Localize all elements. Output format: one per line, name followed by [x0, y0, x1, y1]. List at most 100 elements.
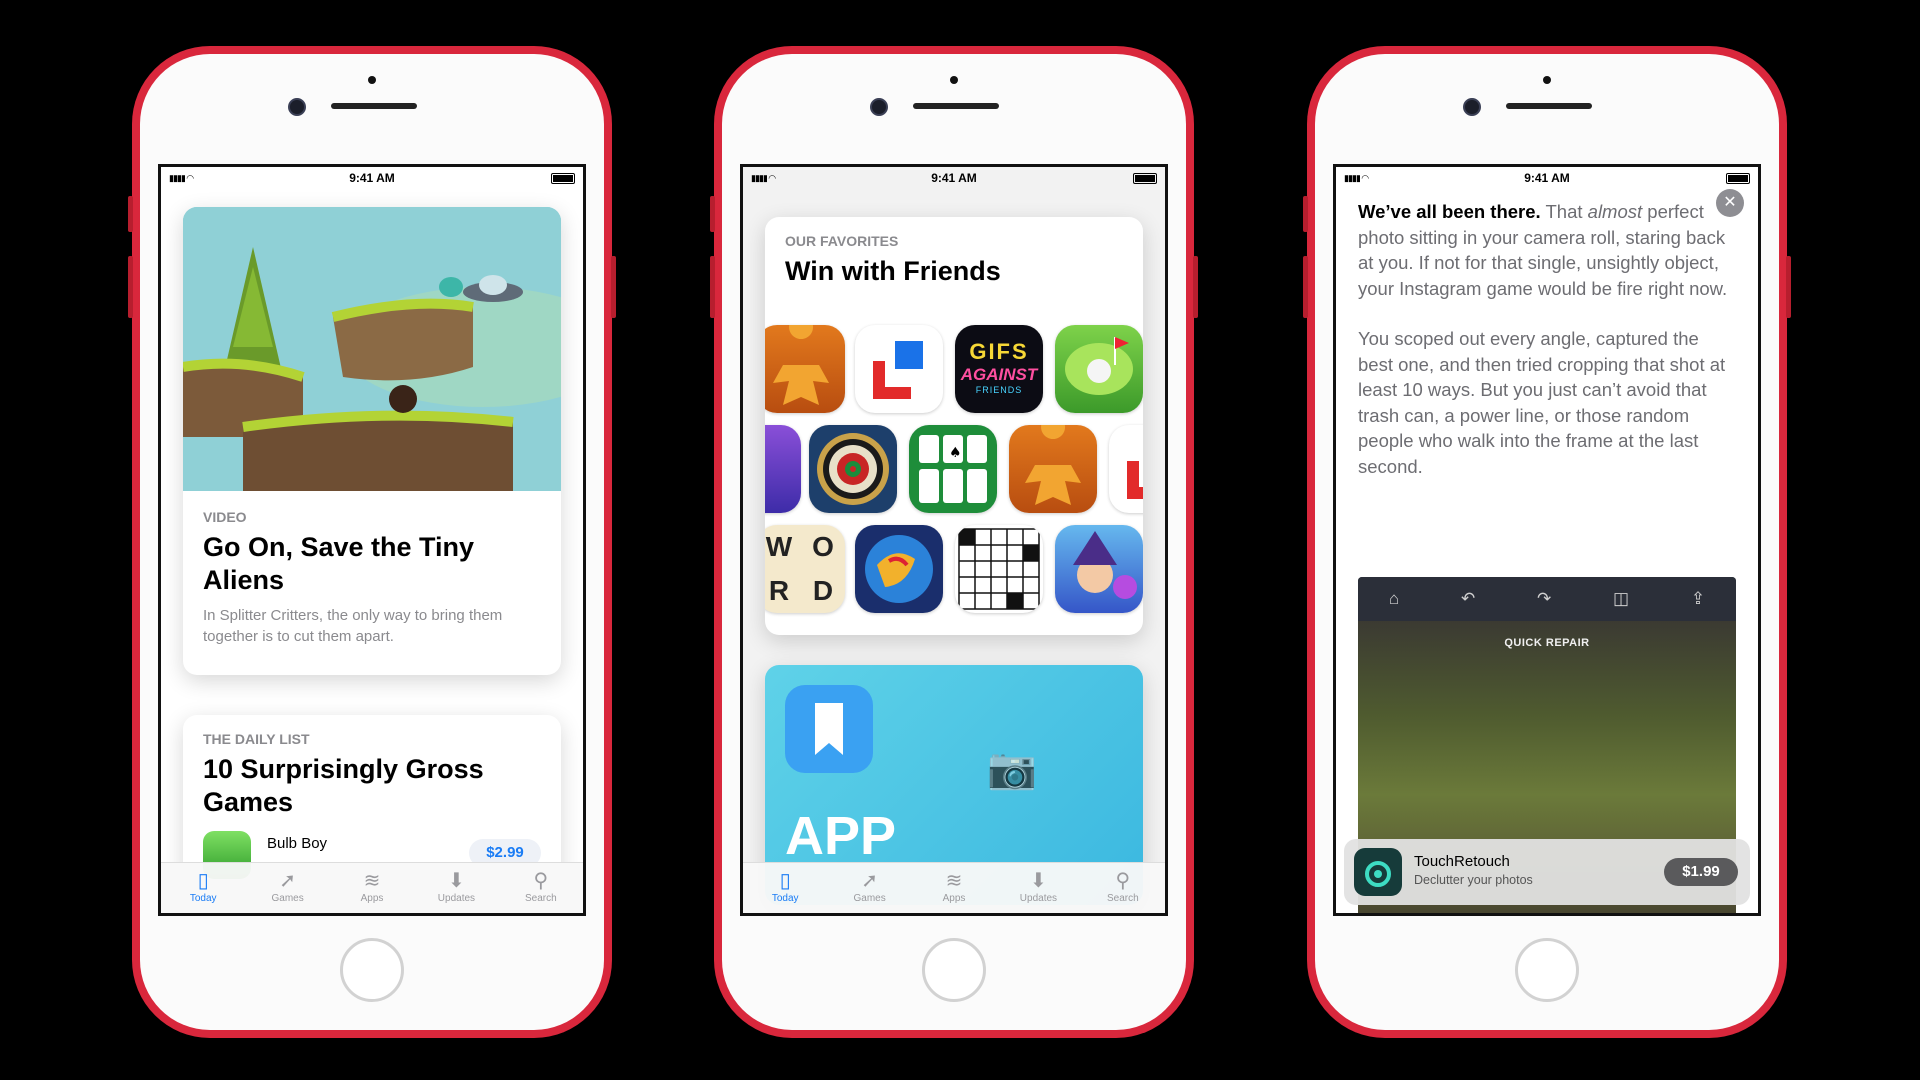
download-icon: ⬇ [448, 870, 465, 892]
card-title: Win with Friends [785, 256, 1001, 286]
tab-label: Search [524, 893, 557, 904]
bookmark-app-icon [785, 685, 873, 773]
power-button [1786, 256, 1791, 318]
article-emphasis: almost [1587, 201, 1643, 222]
svg-text:♠: ♠ [949, 445, 962, 461]
phone-1: ▮▮▮▮ ◠ 9:41 AM VIDEO Go On, Save the Tin… [128, 46, 616, 1038]
tile-letter: O [812, 531, 834, 562]
tab-label: Search [1106, 893, 1139, 904]
banner-app-name: TouchRetouch [1414, 853, 1510, 870]
article-paragraph-2: You scoped out every angle, captured the… [1358, 328, 1726, 477]
words-game-icon[interactable]: W O R D [765, 525, 845, 613]
article-text: That [1540, 201, 1588, 222]
tab-label: Updates [437, 893, 476, 904]
rocket-icon: ➚ [279, 870, 296, 892]
power-button [1193, 256, 1198, 318]
card-eyebrow: OUR FAVORITES [785, 233, 899, 249]
today-icon: ▯ [779, 870, 791, 892]
screen: ▮▮▮▮ ◠ 9:41 AM ✕ We’ve all been there. T… [1333, 164, 1761, 916]
status-bar: ▮▮▮▮ ◠ 9:41 AM [1336, 167, 1758, 189]
tab-label: Games [853, 893, 886, 904]
status-time: 9:41 AM [1524, 171, 1570, 185]
battery-icon [1133, 173, 1157, 184]
tab-games[interactable]: ➚ Games [245, 863, 329, 913]
camera-icon: 📷 [987, 747, 1037, 791]
tab-bar: ▯ Today ➚ Games ≋ Apps ⬇ Updates ⚲ Search [161, 862, 583, 913]
meeple-game-icon[interactable] [765, 325, 845, 413]
earpiece-speaker [331, 103, 417, 109]
card-title: APP [785, 806, 897, 866]
article-paragraph-1: We’ve all been there. That almost perfec… [1358, 199, 1736, 301]
rocket-icon: ➚ [861, 870, 878, 892]
icon-text: GIFS [969, 339, 1029, 364]
card-eyebrow: THE DAILY LIST [203, 731, 310, 747]
close-button[interactable]: ✕ [1716, 189, 1744, 217]
tab-today[interactable]: ▯ Today [743, 863, 827, 913]
editor-mode-label: QUICK REPAIR [1504, 637, 1590, 649]
world-game-icon[interactable] [855, 525, 943, 613]
mute-switch [1303, 196, 1308, 232]
volume-up-button [128, 256, 133, 318]
screen: ▮▮▮▮ ◠ 9:41 AM OUR FAVORITES Win with Fr… [740, 164, 1168, 916]
tab-games[interactable]: ➚ Games [827, 863, 911, 913]
bubble-witch-game-icon[interactable] [1055, 525, 1143, 613]
icon-text: AGAINST [960, 365, 1038, 384]
card-eyebrow: VIDEO [203, 509, 247, 525]
mute-switch [710, 196, 715, 232]
banner-price-button[interactable]: $1.99 [1664, 858, 1738, 886]
status-time: 9:41 AM [349, 171, 395, 185]
front-camera [288, 98, 306, 116]
proximity-sensor [368, 76, 376, 84]
game-artwork-image [183, 207, 561, 491]
home-button[interactable] [1515, 938, 1579, 1002]
tab-apps[interactable]: ≋ Apps [330, 863, 414, 913]
tab-search[interactable]: ⚲ Search [499, 863, 583, 913]
home-icon: ⌂ [1388, 589, 1400, 608]
tab-apps[interactable]: ≋ Apps [912, 863, 996, 913]
tile-letter: W [765, 531, 793, 562]
tab-search[interactable]: ⚲ Search [1081, 863, 1165, 913]
mute-switch [128, 196, 133, 232]
search-icon: ⚲ [533, 870, 549, 892]
letterpress-game-icon[interactable] [855, 325, 943, 413]
share-icon: ⇪ [1690, 589, 1706, 608]
status-bar: ▮▮▮▮ ◠ 9:41 AM [743, 167, 1165, 189]
letterpress-game-icon-partial[interactable] [1109, 425, 1143, 513]
proximity-sensor [1543, 76, 1551, 84]
story-card-splitter[interactable]: VIDEO Go On, Save the Tiny Aliens In Spl… [183, 207, 561, 675]
solitaire-game-icon[interactable]: ♠ [909, 425, 997, 513]
battery-icon [551, 173, 575, 184]
story-card-win-with-friends[interactable]: OUR FAVORITES Win with Friends GIFS AGAI… [765, 217, 1143, 635]
editor-toolbar: ⌂ ↶ ↷ ◫ ⇪ [1358, 577, 1736, 621]
app-banner[interactable]: TouchRetouch Declutter your photos $1.99 [1344, 839, 1750, 905]
meeple-game-icon-2[interactable] [1009, 425, 1097, 513]
tab-label: Apps [360, 893, 384, 904]
earpiece-speaker [913, 103, 999, 109]
tab-today[interactable]: ▯ Today [161, 863, 245, 913]
darts-game-icon[interactable] [809, 425, 897, 513]
tab-updates[interactable]: ⬇ Updates [996, 863, 1080, 913]
home-button[interactable] [922, 938, 986, 1002]
layers-icon: ≋ [945, 870, 963, 892]
compare-icon: ◫ [1613, 589, 1630, 608]
layers-icon: ≋ [363, 870, 381, 892]
undo-icon: ↶ [1460, 589, 1476, 608]
tab-label: Apps [942, 893, 966, 904]
home-button[interactable] [340, 938, 404, 1002]
gifs-against-friends-icon[interactable]: GIFS AGAINST FRIENDS [955, 325, 1043, 413]
earpiece-speaker [1506, 103, 1592, 109]
proximity-sensor [950, 76, 958, 84]
tab-label: Today [771, 893, 799, 904]
card-title: Go On, Save the Tiny Aliens [203, 532, 475, 595]
phone-3: ▮▮▮▮ ◠ 9:41 AM ✕ We’ve all been there. T… [1303, 46, 1791, 1038]
front-camera [1463, 98, 1481, 116]
bubble-witch-icon-partial[interactable] [765, 425, 801, 513]
tab-updates[interactable]: ⬇ Updates [414, 863, 498, 913]
icon-text: FRIENDS [975, 385, 1023, 395]
golf-game-icon[interactable] [1055, 325, 1143, 413]
card-description: In Splitter Critters, the only way to br… [203, 607, 503, 645]
download-icon: ⬇ [1030, 870, 1047, 892]
crossword-game-icon[interactable] [955, 525, 1043, 613]
power-button [611, 256, 616, 318]
tile-letter: D [812, 575, 834, 606]
